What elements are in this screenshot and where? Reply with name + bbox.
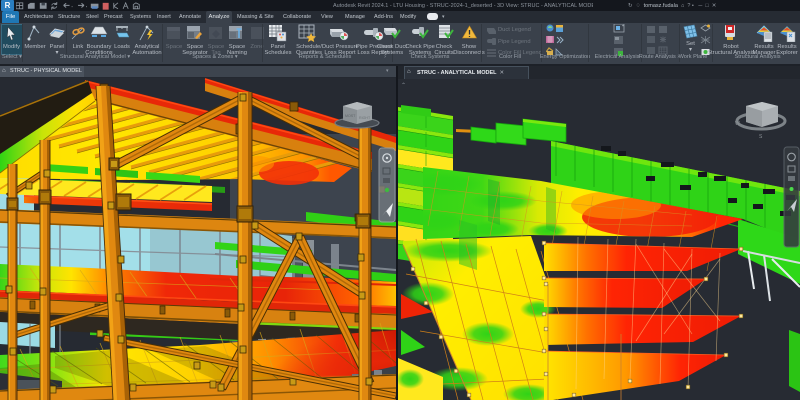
svg-text:⌃: ⌃ — [401, 82, 406, 89]
svg-text:W: W — [735, 121, 740, 127]
svg-text:MOST: MOST — [345, 114, 356, 118]
svg-text:RIGHT: RIGHT — [359, 116, 371, 120]
